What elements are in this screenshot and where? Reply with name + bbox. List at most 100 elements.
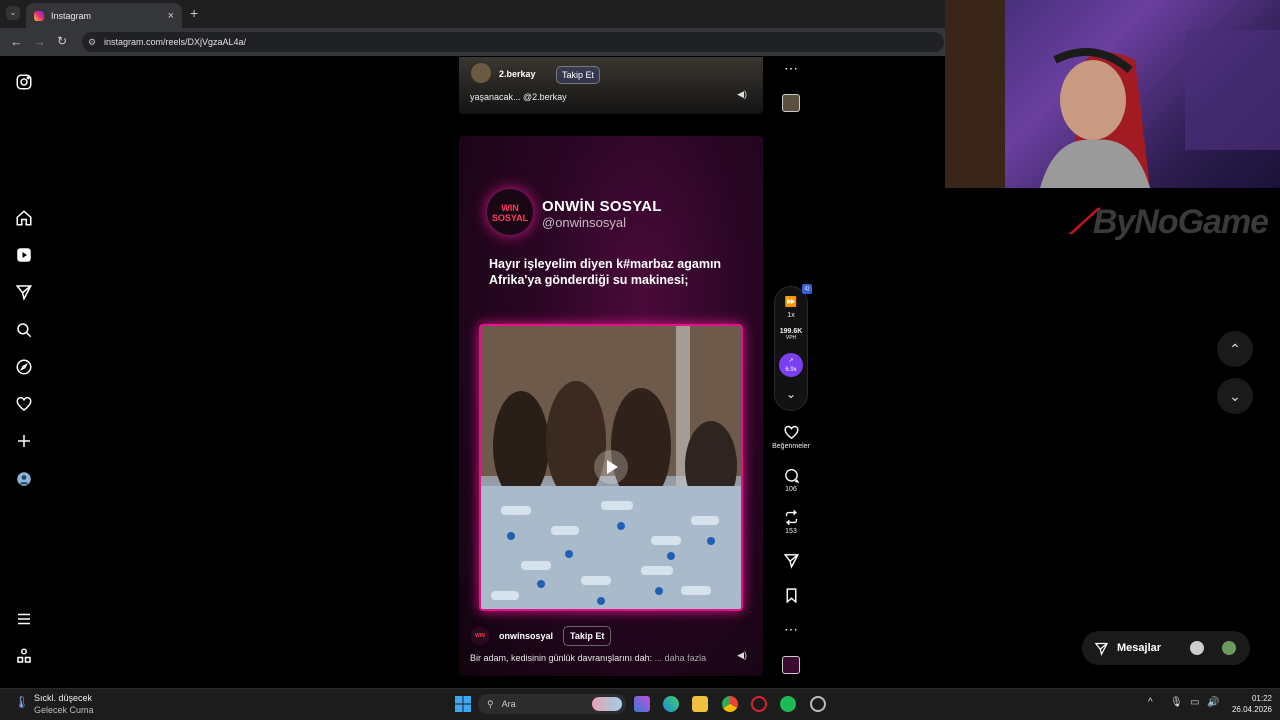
share-button[interactable] — [770, 552, 812, 569]
windows-start-icon[interactable] — [455, 696, 471, 712]
embedded-video[interactable] — [479, 324, 743, 611]
save-button[interactable] — [770, 587, 812, 604]
clock[interactable]: 01:22 26.04.2026 — [1226, 693, 1272, 715]
create-plus-icon[interactable] — [15, 432, 33, 450]
brand-name: ONWİN SOSYAL — [542, 198, 662, 215]
likes-label: Beğenmeler — [772, 443, 810, 450]
search-highlight-icon — [592, 697, 622, 711]
forward-icon[interactable]: → — [33, 34, 46, 49]
copilot-icon[interactable] — [634, 696, 650, 712]
mute-icon[interactable]: ◀) — [737, 650, 747, 661]
author-username[interactable]: onwinsosyal — [499, 631, 553, 641]
reels-icon[interactable] — [15, 246, 33, 264]
tab-close-icon[interactable]: × — [168, 10, 174, 22]
multiplier-value: 6.9x — [785, 367, 797, 373]
prev-reel-caption: yaşanacak... @2.berkay — [470, 92, 567, 102]
spotify-icon[interactable] — [780, 696, 796, 712]
prev-reel-username[interactable]: 2.berkay — [499, 69, 536, 79]
reload-icon[interactable]: ↻ — [57, 34, 67, 48]
tray-chevron-icon[interactable]: ^ — [1148, 697, 1153, 708]
instagram-favicon-icon — [34, 10, 44, 21]
share-icon — [783, 554, 799, 569]
microphone-icon[interactable]: 🎙 — [1170, 697, 1183, 708]
home-icon[interactable] — [15, 209, 33, 227]
thermometer-icon: 🌡 — [14, 695, 30, 709]
comment-button[interactable]: 106 — [770, 467, 812, 493]
direct-messages-icon[interactable] — [15, 283, 33, 301]
url-text: instagram.com/reels/DXjVgzaAL4a/ — [104, 37, 247, 47]
more-link[interactable]: ... daha fazla — [655, 653, 707, 663]
tab-title: Instagram — [51, 10, 92, 21]
reel-author-row: WIN onwinsosyal Takip Et — [471, 626, 612, 646]
volume-icon[interactable]: 🔊 — [1207, 697, 1219, 708]
message-avatar-2 — [1222, 641, 1236, 655]
chevron-down-icon[interactable]: ⌄ — [770, 387, 812, 401]
more-options-icon[interactable]: ⋯ — [770, 621, 812, 638]
more-menu-icon[interactable] — [15, 610, 33, 628]
repost-icon — [785, 509, 797, 526]
taskbar-search-icon: ⚲ — [487, 698, 494, 709]
site-info-icon[interactable]: ⚙ — [88, 32, 96, 52]
search-icon[interactable] — [15, 321, 33, 339]
chrome-icon[interactable] — [722, 696, 738, 712]
messages-label: Mesajlar — [1117, 642, 1162, 654]
profile-avatar-icon[interactable] — [15, 470, 33, 488]
new-tab-button[interactable]: + — [190, 5, 198, 21]
meta-apps-icon[interactable] — [15, 647, 33, 665]
comment-count: 106 — [785, 486, 797, 493]
messages-button[interactable]: Mesajlar — [1082, 631, 1250, 665]
file-explorer-icon[interactable] — [692, 696, 708, 712]
previous-reel-arrow-icon[interactable]: ⌃ — [1217, 331, 1253, 367]
app-icon[interactable] — [810, 696, 826, 712]
prev-reel-more-icon[interactable]: ⋯ — [770, 60, 812, 77]
vph-unit: VPH — [785, 335, 797, 341]
previous-reel[interactable]: 2.berkay Takip Et yaşanacak... @2.berkay… — [459, 57, 763, 114]
weather-subtitle: Gelecek Cuma — [34, 705, 94, 715]
instagram-logo-icon[interactable] — [15, 73, 33, 91]
weather-title[interactable]: Sıckl. düşecek — [34, 693, 92, 703]
fast-forward-icon: ⏩ — [784, 297, 798, 308]
reel-player[interactable]: WIN SOSYAL ONWİN SOSYAL @onwinsosyal Hay… — [459, 136, 763, 676]
bynogame-logo-icon: ⟋ — [1070, 203, 1094, 241]
bynogame-logo-text: ByNoGame — [1092, 203, 1269, 241]
speed-control[interactable]: ⏩ 1x — [770, 292, 812, 319]
prev-reel-mute-icon[interactable]: ◀) — [737, 89, 747, 100]
prev-reel-audio-thumbnail[interactable] — [782, 94, 800, 112]
browser-tab-instagram[interactable]: Instagram × — [26, 3, 182, 28]
tab-search-button[interactable]: ⌄ — [6, 6, 20, 20]
follow-button[interactable]: Takip Et — [563, 626, 612, 646]
description-text: Bir adam, kedisinin günlük davranışların… — [470, 653, 653, 663]
trend-up-icon: ↗ — [788, 358, 794, 364]
like-button[interactable]: Beğenmeler — [770, 424, 812, 450]
vph-stat: 199.6K VPH — [770, 326, 812, 341]
streamer-webcam-image — [945, 0, 1280, 188]
back-icon[interactable]: ← — [10, 34, 23, 49]
network-icon[interactable]: ▭ — [1190, 697, 1199, 708]
notifications-heart-icon[interactable] — [15, 395, 33, 413]
messages-send-icon — [1094, 642, 1109, 656]
repost-button[interactable]: 153 — [770, 509, 812, 535]
bookmark-icon — [786, 588, 796, 604]
url-bar[interactable]: ⚙ instagram.com/reels/DXjVgzaAL4a/ — [82, 32, 944, 52]
opera-icon[interactable] — [751, 696, 767, 712]
prev-reel-follow-button[interactable]: Takip Et — [556, 66, 601, 84]
prev-reel-avatar[interactable] — [471, 63, 491, 83]
next-reel-arrow-icon[interactable]: ⌄ — [1217, 378, 1253, 414]
author-avatar[interactable]: WIN — [471, 627, 489, 645]
multiplier-badge[interactable]: ↗ 6.9x — [779, 353, 803, 377]
bynogame-watermark: ⟋ByNoGame — [1070, 203, 1269, 242]
clock-time: 01:22 — [1251, 694, 1272, 703]
taskbar-search-label: Ara — [501, 699, 516, 709]
brand-logo: WIN SOSYAL — [486, 188, 534, 236]
message-avatar-1 — [1190, 641, 1204, 655]
play-icon[interactable] — [594, 450, 628, 484]
explore-icon[interactable] — [15, 358, 33, 376]
edge-icon[interactable] — [663, 696, 679, 712]
heart-icon — [783, 425, 799, 440]
taskbar-search-box[interactable]: ⚲ Ara — [478, 694, 626, 714]
repost-count: 153 — [785, 528, 797, 535]
comment-icon — [784, 468, 799, 484]
reel-description: Bir adam, kedisinin günlük davranışların… — [470, 653, 706, 663]
clock-date: 26.04.2026 — [1231, 705, 1272, 714]
audio-thumbnail[interactable] — [782, 656, 800, 674]
